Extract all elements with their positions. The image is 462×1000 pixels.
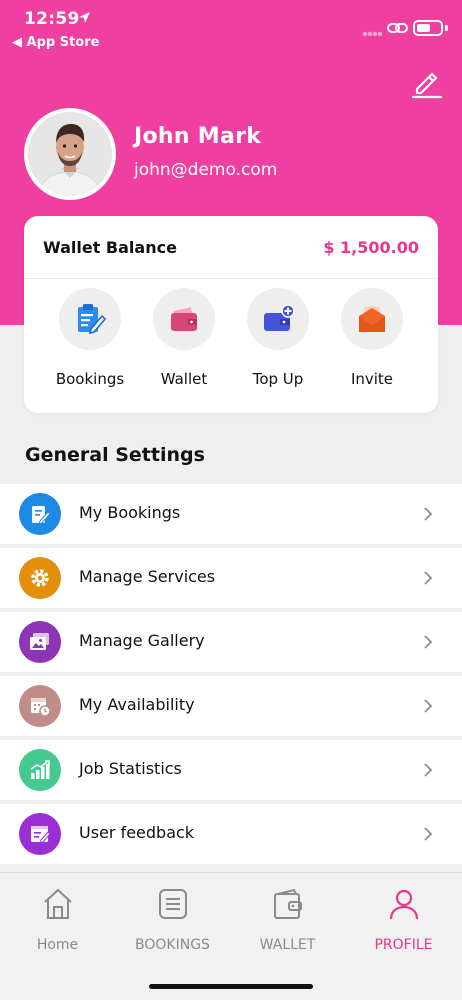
clipboard-edit-icon bbox=[78, 304, 107, 335]
signal-icon bbox=[362, 31, 383, 37]
bar-chart-icon bbox=[19, 749, 61, 791]
list-icon bbox=[158, 889, 187, 919]
link-icon bbox=[387, 23, 408, 33]
home-icon bbox=[43, 888, 72, 919]
wallet-plus-icon bbox=[264, 304, 295, 331]
chevron-right-icon bbox=[424, 571, 433, 585]
quick-action-label: Top Up bbox=[252, 370, 304, 388]
settings-list: My Bookings Manage Services Manage Galle… bbox=[0, 484, 462, 868]
person-icon bbox=[389, 889, 418, 920]
battery-icon bbox=[413, 20, 443, 36]
feedback-icon bbox=[19, 813, 61, 855]
calendar-clock-icon bbox=[19, 685, 61, 727]
settings-item-job-statistics[interactable]: Job Statistics bbox=[0, 740, 462, 800]
tab-label: BOOKINGS bbox=[135, 937, 210, 953]
settings-item-label: User feedback bbox=[79, 823, 195, 842]
edit-profile-button[interactable] bbox=[408, 64, 444, 100]
divider bbox=[24, 278, 438, 279]
settings-item-manage-gallery[interactable]: Manage Gallery bbox=[0, 612, 462, 672]
status-time: 12:59 bbox=[24, 9, 80, 29]
settings-item-label: My Availability bbox=[79, 695, 195, 714]
wallet-balance-label: Wallet Balance bbox=[43, 238, 177, 257]
quick-action-label: Invite bbox=[350, 370, 394, 388]
settings-item-user-feedback[interactable]: User feedback bbox=[0, 804, 462, 864]
gear-icon bbox=[19, 557, 61, 599]
gallery-icon bbox=[19, 621, 61, 663]
tab-wallet[interactable]: WALLET bbox=[230, 887, 345, 967]
wallet-icon bbox=[273, 888, 302, 919]
back-to-app-store[interactable]: ◀ App Store bbox=[12, 35, 99, 50]
wallet-icon bbox=[171, 307, 197, 331]
section-title: General Settings bbox=[25, 444, 205, 466]
quick-action-top-up[interactable]: Top Up bbox=[230, 288, 326, 400]
tab-bookings[interactable]: BOOKINGS bbox=[115, 887, 230, 967]
chevron-right-icon bbox=[424, 699, 433, 713]
quick-action-label: Bookings bbox=[55, 370, 125, 388]
quick-action-bookings[interactable]: Bookings bbox=[42, 288, 138, 400]
tab-profile[interactable]: PROFILE bbox=[346, 887, 461, 967]
location-arrow-icon bbox=[79, 12, 90, 23]
chevron-right-icon bbox=[424, 763, 433, 777]
quick-action-wallet[interactable]: Wallet bbox=[136, 288, 232, 400]
user-email: john@demo.com bbox=[134, 160, 278, 180]
chevron-right-icon bbox=[424, 507, 433, 521]
settings-item-label: Manage Gallery bbox=[79, 631, 205, 650]
status-bar: 12:59 ◀ App Store bbox=[0, 0, 462, 56]
settings-item-label: My Bookings bbox=[79, 503, 181, 522]
avatar[interactable] bbox=[24, 108, 116, 200]
wallet-balance-amount: $ 1,500.00 bbox=[323, 238, 419, 257]
tab-home[interactable]: Home bbox=[0, 887, 115, 967]
settings-item-my-bookings[interactable]: My Bookings bbox=[0, 484, 462, 544]
bottom-tab-bar: Home BOOKINGS WALLET PROFILE bbox=[0, 872, 462, 1000]
profile-photo bbox=[28, 112, 112, 196]
pencil-icon bbox=[411, 72, 443, 99]
quick-action-invite[interactable]: Invite bbox=[324, 288, 420, 400]
settings-item-label: Job Statistics bbox=[79, 759, 182, 778]
settings-item-manage-services[interactable]: Manage Services bbox=[0, 548, 462, 608]
home-indicator bbox=[149, 984, 313, 989]
wallet-card: Wallet Balance $ 1,500.00 Bookings Walle… bbox=[24, 216, 438, 413]
chevron-right-icon bbox=[424, 827, 433, 841]
tab-label: WALLET bbox=[259, 937, 316, 953]
envelope-icon bbox=[359, 306, 385, 332]
chevron-right-icon bbox=[424, 635, 433, 649]
settings-item-label: Manage Services bbox=[79, 567, 216, 586]
quick-action-label: Wallet bbox=[160, 370, 208, 388]
tab-label: Home bbox=[36, 937, 79, 953]
user-name: John Mark bbox=[134, 124, 262, 149]
tab-label: PROFILE bbox=[374, 937, 433, 953]
settings-item-my-availability[interactable]: My Availability bbox=[0, 676, 462, 736]
clipboard-edit-icon bbox=[19, 493, 61, 535]
